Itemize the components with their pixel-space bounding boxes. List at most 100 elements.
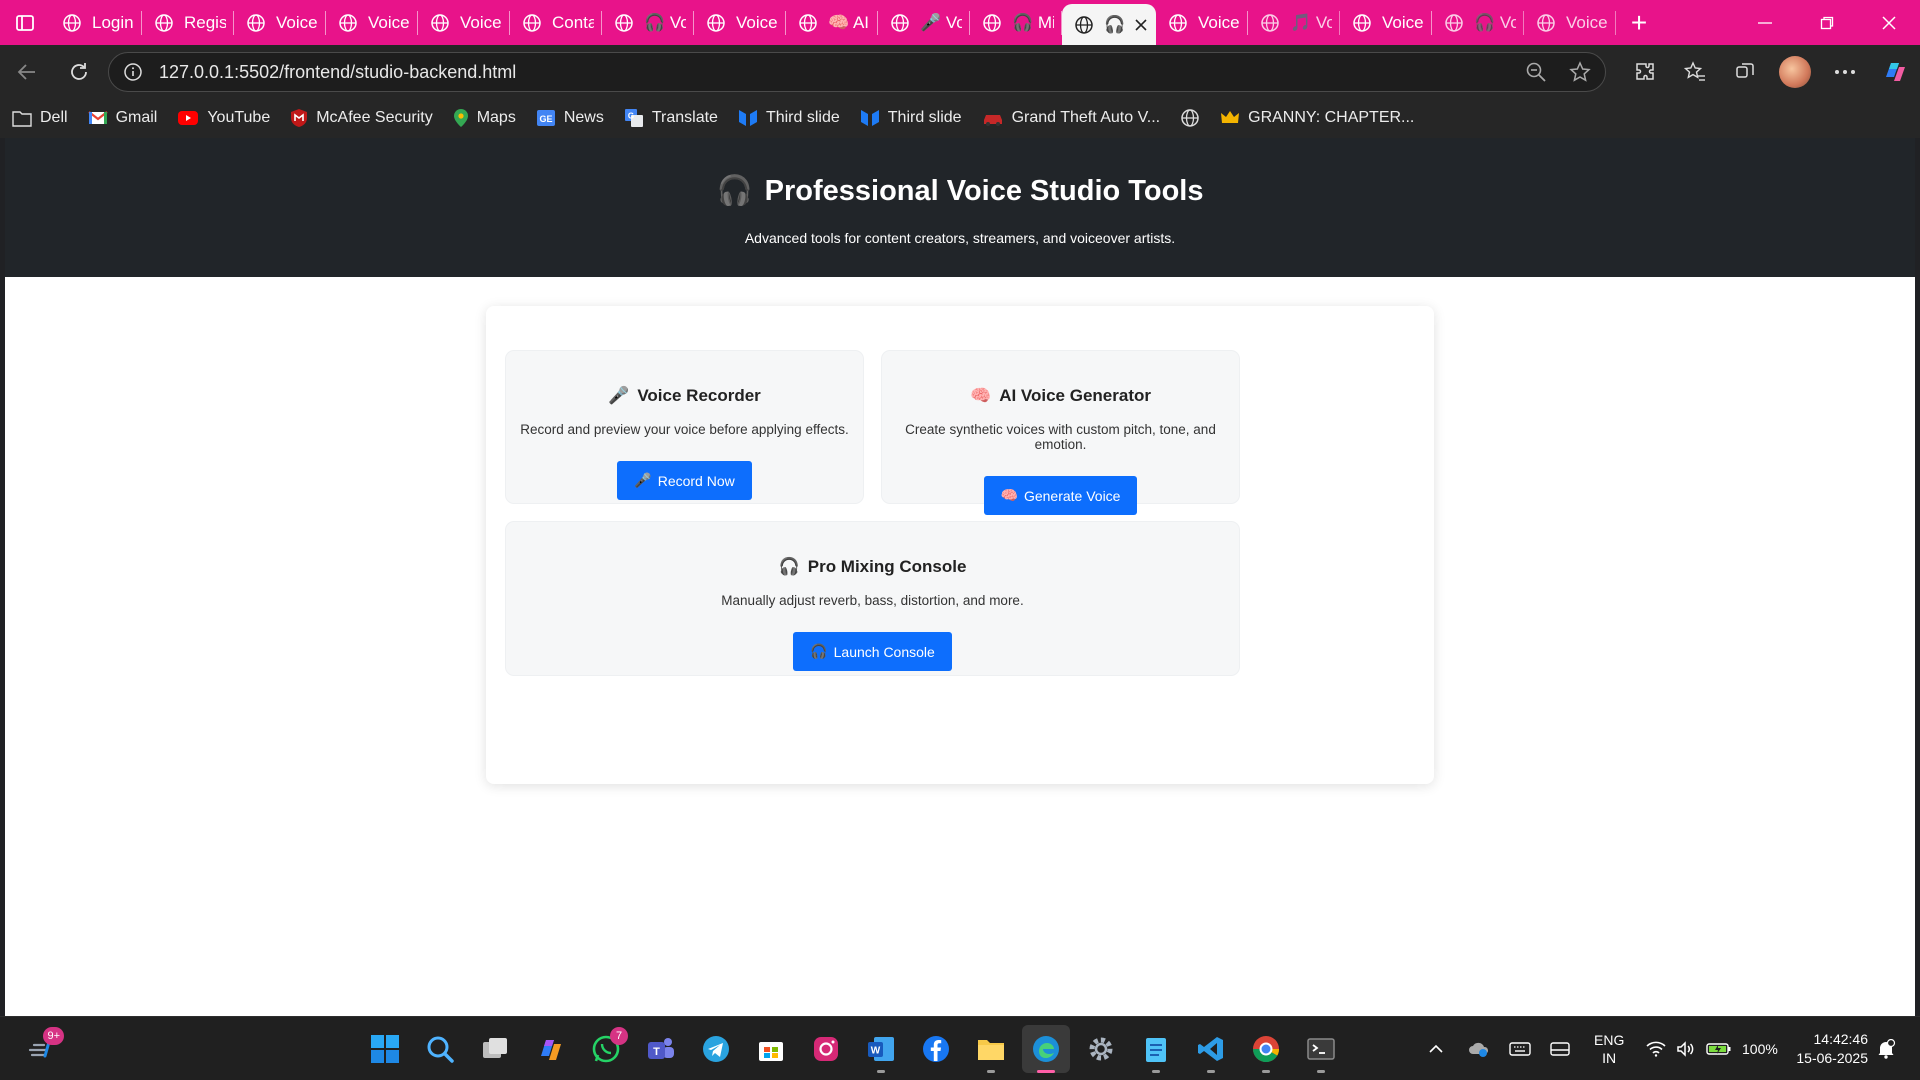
browser-tab[interactable]: 🧠 AI bbox=[786, 0, 878, 45]
headphones-icon: 🎧 bbox=[810, 643, 828, 659]
bookmark-item[interactable]: Grand Theft Auto V... bbox=[982, 109, 1160, 127]
telegram-button[interactable] bbox=[692, 1025, 740, 1073]
browser-tab[interactable]: VoiceC bbox=[1524, 0, 1616, 45]
browser-tab[interactable]: VoiceC bbox=[1156, 0, 1248, 45]
bookmark-item[interactable]: Maps bbox=[453, 108, 516, 128]
terminal-button[interactable] bbox=[1297, 1025, 1345, 1073]
reload-button[interactable] bbox=[54, 45, 104, 98]
bookmark-item[interactable]: McAfee Security bbox=[290, 108, 433, 128]
bookmark-item[interactable]: Third slide bbox=[738, 108, 840, 128]
browser-tab[interactable]: VoiceC bbox=[234, 0, 326, 45]
browser-tab[interactable]: VoiceC bbox=[326, 0, 418, 45]
running-indicator bbox=[877, 1070, 885, 1073]
gmail-icon bbox=[87, 110, 108, 126]
svg-text:GE: GE bbox=[539, 114, 552, 124]
notepad-button[interactable] bbox=[1132, 1025, 1180, 1073]
browser-tab[interactable]: 🎵 Vo bbox=[1248, 0, 1340, 45]
file-explorer-button[interactable] bbox=[967, 1025, 1015, 1073]
tab-active[interactable]: 🎧 bbox=[1062, 4, 1156, 45]
puzzle-icon bbox=[1636, 62, 1654, 80]
browser-tab[interactable]: 🎤 Vo bbox=[878, 0, 970, 45]
tab-actions-button[interactable] bbox=[0, 0, 50, 45]
browser-tab[interactable]: Voice bbox=[1340, 0, 1432, 45]
bookmark-item[interactable]: GRANNY: CHAPTER... bbox=[1220, 109, 1414, 127]
bookmark-item[interactable]: Third slide bbox=[860, 108, 962, 128]
bookmark-item[interactable]: G Translate bbox=[624, 108, 718, 128]
zoom-icon[interactable] bbox=[1525, 61, 1547, 83]
reload-icon bbox=[71, 62, 87, 80]
bookmark-item[interactable]: Dell bbox=[12, 109, 68, 127]
show-hidden-icons-button[interactable] bbox=[1428, 1017, 1444, 1080]
vscode-button[interactable] bbox=[1187, 1025, 1235, 1073]
back-button[interactable] bbox=[0, 45, 54, 98]
tablet-tray-button[interactable] bbox=[1549, 1017, 1571, 1080]
edge-button[interactable] bbox=[1022, 1025, 1070, 1073]
close-tab-icon[interactable] bbox=[1135, 18, 1147, 31]
word-button[interactable]: W bbox=[857, 1025, 905, 1073]
widgets-button[interactable]: 9+ bbox=[18, 1025, 66, 1073]
address-bar[interactable]: 127.0.0.1:5502/frontend/studio-backend.h… bbox=[108, 52, 1606, 92]
microsoft-store-button[interactable] bbox=[747, 1025, 795, 1073]
extensions-button[interactable] bbox=[1620, 45, 1670, 98]
onedrive-tray-button[interactable] bbox=[1468, 1017, 1490, 1080]
task-view-button[interactable] bbox=[472, 1025, 520, 1073]
new-tab-button[interactable]: + bbox=[1616, 0, 1662, 45]
back-arrow-icon bbox=[17, 63, 35, 80]
settings-button[interactable] bbox=[1077, 1025, 1125, 1073]
svg-text:G: G bbox=[628, 112, 634, 121]
copilot-app-button[interactable] bbox=[527, 1025, 575, 1073]
bookmark-label: McAfee Security bbox=[316, 109, 433, 126]
browser-tab[interactable]: VoiceT bbox=[694, 0, 786, 45]
bookmark-item[interactable] bbox=[1180, 108, 1200, 128]
close-window-button[interactable] bbox=[1858, 0, 1920, 45]
globe-icon bbox=[338, 13, 358, 33]
browser-tab[interactable]: Login bbox=[50, 0, 142, 45]
browser-tab[interactable]: 🎧 Vo bbox=[1432, 0, 1524, 45]
browser-tab[interactable]: 🎧 Mi bbox=[970, 0, 1062, 45]
start-button[interactable] bbox=[361, 1025, 409, 1073]
address-url[interactable]: 127.0.0.1:5502/frontend/studio-backend.h… bbox=[159, 62, 1525, 83]
browser-tab[interactable]: VoiceC bbox=[418, 0, 510, 45]
browser-tab[interactable]: Conta bbox=[510, 0, 602, 45]
bookmark-label: Dell bbox=[40, 109, 68, 126]
browser-tab[interactable]: 🎧 Vo bbox=[602, 0, 694, 45]
battery-charging-icon bbox=[1706, 1043, 1731, 1055]
clock[interactable]: 14:42:46 15-06-2025 bbox=[1786, 1017, 1868, 1080]
keyboard-tray-button[interactable] bbox=[1509, 1017, 1531, 1080]
chrome-button[interactable] bbox=[1242, 1025, 1290, 1073]
browser-tab[interactable]: Regist bbox=[142, 0, 234, 45]
copilot-button[interactable] bbox=[1870, 45, 1920, 98]
teams-button[interactable]: T bbox=[637, 1025, 685, 1073]
facebook-icon bbox=[923, 1036, 949, 1062]
site-info-icon[interactable] bbox=[123, 62, 143, 82]
search-button[interactable] bbox=[416, 1025, 464, 1073]
instagram-button[interactable] bbox=[802, 1025, 850, 1073]
quick-settings-button[interactable]: 100% bbox=[1646, 1017, 1778, 1080]
edge-icon bbox=[1033, 1036, 1059, 1062]
bookmarks-bar: Dell Gmail YouTube McAfee Security Maps GE New… bbox=[0, 98, 1920, 138]
crown-icon bbox=[1220, 109, 1240, 127]
facebook-button[interactable] bbox=[912, 1025, 960, 1073]
favorite-star-icon[interactable] bbox=[1569, 61, 1591, 83]
globe-icon bbox=[1536, 13, 1556, 33]
maximize-button[interactable] bbox=[1796, 0, 1858, 45]
globe-icon bbox=[982, 13, 1002, 33]
collections-button[interactable] bbox=[1720, 45, 1770, 98]
notifications-button[interactable] bbox=[1876, 1017, 1896, 1080]
profile-button[interactable] bbox=[1770, 45, 1820, 98]
language-indicator[interactable]: ENG IN bbox=[1594, 1017, 1624, 1080]
launch-console-button[interactable]: 🎧 Launch Console bbox=[793, 632, 952, 671]
folder-icon bbox=[12, 109, 32, 127]
settings-more-button[interactable] bbox=[1820, 45, 1870, 98]
bookmark-item[interactable]: GE News bbox=[536, 108, 604, 128]
bookmark-item[interactable]: Gmail bbox=[87, 109, 157, 127]
minimize-window-button[interactable] bbox=[1734, 0, 1796, 45]
favorites-button[interactable] bbox=[1670, 45, 1720, 98]
clock-time: 14:42:46 bbox=[1813, 1031, 1869, 1047]
bookmark-item[interactable]: YouTube bbox=[177, 109, 270, 127]
tab-label: VoiceC bbox=[1198, 12, 1240, 32]
generate-voice-button[interactable]: 🧠 Generate Voice bbox=[983, 476, 1138, 515]
record-now-button[interactable]: 🎤 Record Now bbox=[617, 461, 752, 500]
whatsapp-button[interactable]: 7 bbox=[582, 1025, 630, 1073]
svg-text:W: W bbox=[871, 1046, 881, 1057]
